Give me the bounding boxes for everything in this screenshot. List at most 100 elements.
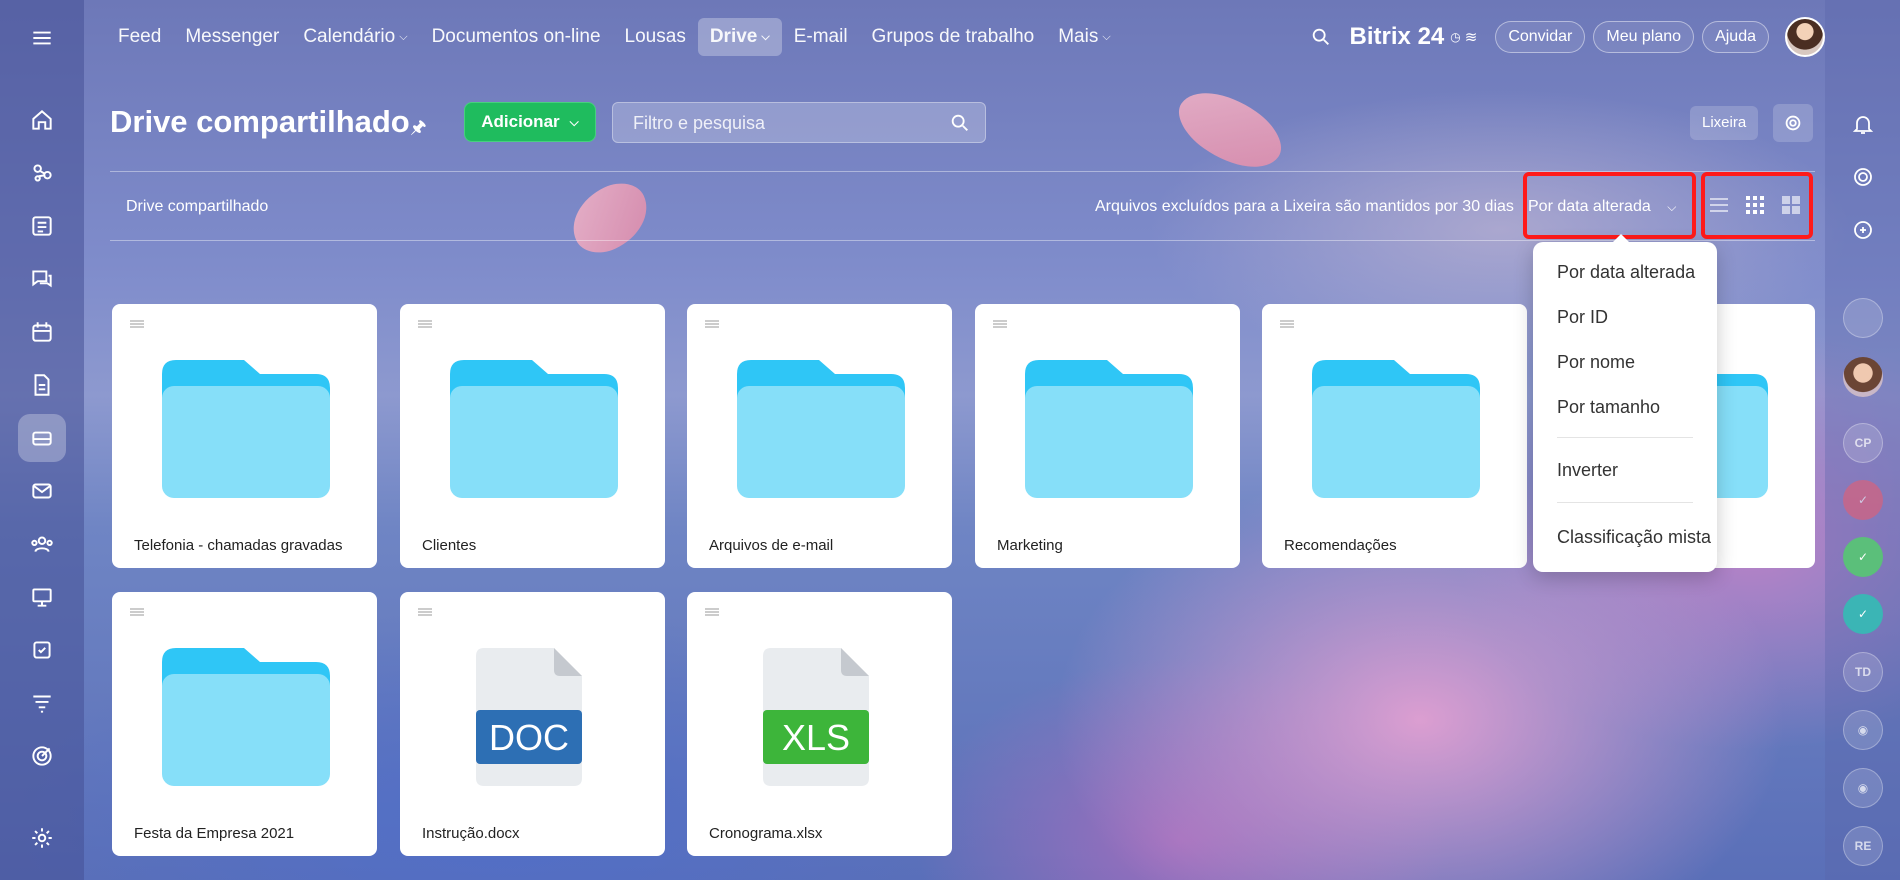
calendar-icon[interactable] xyxy=(18,308,66,356)
sliders-icon[interactable]: ≋ xyxy=(1465,28,1478,46)
sort-by-date[interactable]: Por data alterada xyxy=(1557,262,1695,283)
left-sidebar xyxy=(0,0,84,880)
sort-by-size[interactable]: Por tamanho xyxy=(1557,397,1660,418)
drag-handle-icon[interactable] xyxy=(705,320,719,328)
task-icon[interactable]: ✓ xyxy=(1843,594,1883,634)
home-icon[interactable] xyxy=(18,96,66,144)
contact-avatar[interactable] xyxy=(1843,357,1883,397)
tab-label: Feed xyxy=(118,26,162,47)
tab-label: Messenger xyxy=(185,26,280,47)
tasks-icon[interactable] xyxy=(18,626,66,674)
groups-icon[interactable] xyxy=(18,520,66,568)
folder-icon xyxy=(1025,360,1193,498)
breadcrumb[interactable]: Drive compartilhado xyxy=(126,198,268,216)
tab-more[interactable]: Mais ⌵ xyxy=(1046,18,1122,56)
my-plan-button[interactable]: Meu plano xyxy=(1593,21,1695,53)
file-tile[interactable]: Telefonia - chamadas gravadas xyxy=(112,304,377,568)
group-icon[interactable]: ◉ xyxy=(1843,768,1883,808)
nav-tabs: Feed Messenger Calendário ⌵ Documentos on… xyxy=(106,18,1123,56)
feed-icon[interactable] xyxy=(18,202,66,250)
add-button[interactable]: Adicionar ⌵ xyxy=(464,102,596,142)
chevron-down-icon: ⌵ xyxy=(761,31,770,43)
file-name: Arquivos de e-mail xyxy=(709,537,834,554)
drag-handle-icon[interactable] xyxy=(130,320,144,328)
search-input[interactable]: Filtro e pesquisa xyxy=(612,102,986,143)
contact-initials[interactable]: CP xyxy=(1843,423,1883,463)
task-icon[interactable]: ✓ xyxy=(1843,537,1883,577)
file-name: Marketing xyxy=(997,537,1063,554)
drag-handle-icon[interactable] xyxy=(705,608,719,616)
file-tile[interactable]: Festa da Empresa 2021 xyxy=(112,592,377,856)
bell-icon[interactable] xyxy=(1843,104,1883,144)
trash-button[interactable]: Lixeira xyxy=(1690,106,1759,140)
group-icon[interactable]: ◉ xyxy=(1843,710,1883,750)
tab-messenger[interactable]: Messenger xyxy=(173,18,291,56)
folder-icon xyxy=(737,360,905,498)
help-button[interactable]: Ajuda xyxy=(1702,21,1769,53)
gear-icon xyxy=(1785,115,1801,131)
contact-initials[interactable]: TD xyxy=(1843,652,1883,692)
file-tile[interactable]: Marketing xyxy=(975,304,1240,568)
file-tile[interactable]: Arquivos de e-mail xyxy=(687,304,952,568)
file-tile[interactable]: XLS Cronograma.xlsx xyxy=(687,592,952,856)
page-title: Drive compartilhado xyxy=(110,104,410,139)
user-avatar[interactable] xyxy=(1785,17,1825,57)
file-tile[interactable]: DOC Instrução.docx xyxy=(400,592,665,856)
tab-email[interactable]: E-mail xyxy=(782,18,860,56)
chat-search-icon[interactable] xyxy=(1843,210,1883,250)
tab-label: E-mail xyxy=(793,26,848,47)
file-tile[interactable]: Clientes xyxy=(400,304,665,568)
mail-icon[interactable] xyxy=(18,467,66,515)
target-icon[interactable] xyxy=(18,732,66,780)
settings-icon[interactable] xyxy=(18,814,66,862)
sort-mixed[interactable]: Classificação mista xyxy=(1557,527,1711,548)
board-icon[interactable] xyxy=(18,573,66,621)
copilot-icon[interactable] xyxy=(1843,157,1883,197)
settings-button[interactable] xyxy=(1773,104,1813,142)
drag-handle-icon[interactable] xyxy=(418,608,432,616)
menu-icon[interactable] xyxy=(18,14,66,62)
large-tiles-icon[interactable] xyxy=(1779,193,1803,217)
drag-handle-icon[interactable] xyxy=(1280,320,1294,328)
chevron-down-icon: ⌵ xyxy=(1102,31,1111,43)
tab-label: Grupos de trabalho xyxy=(871,26,1035,47)
brand-logo[interactable]: Bitrix 24 xyxy=(1350,23,1445,51)
highlight-sort xyxy=(1523,172,1696,239)
contact-avatar[interactable] xyxy=(1843,298,1883,338)
drive-icon[interactable] xyxy=(18,414,66,462)
tab-label: Mais xyxy=(1058,26,1099,47)
sort-invert[interactable]: Inverter xyxy=(1557,460,1618,481)
tab-label: Drive xyxy=(709,26,758,47)
document-icon[interactable] xyxy=(18,361,66,409)
chevron-down-icon: ⌵ xyxy=(569,114,579,129)
tab-workgroups[interactable]: Grupos de trabalho xyxy=(860,18,1047,56)
sort-by-name[interactable]: Por nome xyxy=(1557,352,1635,373)
drag-handle-icon[interactable] xyxy=(130,608,144,616)
tab-feed[interactable]: Feed xyxy=(106,18,173,56)
sort-by-id[interactable]: Por ID xyxy=(1557,307,1608,328)
tab-calendar[interactable]: Calendário ⌵ xyxy=(291,18,419,56)
crm-icon[interactable] xyxy=(18,149,66,197)
tab-online-documents[interactable]: Documentos on-line xyxy=(420,18,613,56)
drag-handle-icon[interactable] xyxy=(418,320,432,328)
filter-icon[interactable] xyxy=(18,679,66,727)
tab-drive[interactable]: Drive ⌵ xyxy=(697,18,782,56)
pin-icon[interactable]: 🖈 xyxy=(410,115,427,145)
drag-handle-icon[interactable] xyxy=(993,320,1007,328)
file-tile[interactable]: Recomendações xyxy=(1262,304,1527,568)
invite-button[interactable]: Convidar xyxy=(1495,21,1586,53)
contact-initials[interactable]: RE xyxy=(1843,826,1883,866)
sort-menu: Por data alterada Por ID Por nome Por ta… xyxy=(1533,234,1717,572)
menu-divider xyxy=(1557,502,1693,503)
search-icon[interactable] xyxy=(949,112,971,139)
tab-label: Calendário xyxy=(303,26,396,47)
tab-boards[interactable]: Lousas xyxy=(613,18,698,56)
top-right-controls: Bitrix 24 ◷ ≋ Convidar Meu plano Ajuda xyxy=(1310,17,1825,57)
chat-icon[interactable] xyxy=(18,255,66,303)
task-icon[interactable]: ✓ xyxy=(1843,480,1883,520)
grid-view-icon[interactable] xyxy=(1743,193,1767,217)
search-icon[interactable] xyxy=(1310,26,1332,48)
file-name: Instrução.docx xyxy=(422,825,520,842)
list-view-icon[interactable] xyxy=(1707,193,1731,217)
file-name: Clientes xyxy=(422,537,477,554)
